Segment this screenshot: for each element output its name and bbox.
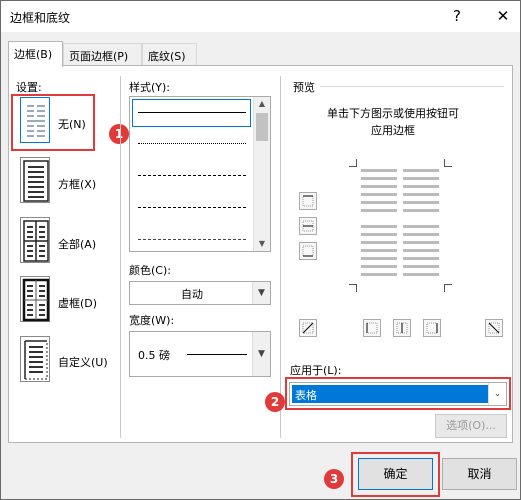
diagonal-up-icon [302, 322, 314, 334]
separator-right [280, 76, 281, 438]
style-scrollbar[interactable]: ▲ ▼ [253, 97, 270, 251]
scroll-thumb[interactable] [256, 113, 268, 141]
close-icon[interactable]: ✕ [489, 3, 517, 29]
annotation-badge-3: 3 [324, 469, 344, 489]
border-right-icon [426, 322, 438, 334]
tab-page-border[interactable]: 页面边框(P) [63, 43, 142, 66]
style-label: 样式(Y): [129, 81, 171, 94]
border-inside-h-icon [302, 220, 314, 232]
border-bottom-button[interactable] [299, 242, 317, 260]
style-selected-row[interactable] [132, 99, 251, 127]
border-bottom-icon [302, 245, 314, 257]
highlight-box-apply-to [285, 377, 511, 410]
setting-all-label[interactable]: 全部(A) [58, 236, 96, 252]
preview-corner-bl [349, 284, 357, 292]
style-list[interactable]: ▲ ▼ [129, 96, 271, 252]
window-title: 边框和底纹 [10, 11, 71, 25]
color-combo[interactable]: 自动 ▼ [129, 281, 271, 305]
chevron-down-icon[interactable]: ▼ [252, 332, 270, 376]
title-bar: 边框和底纹 ? ✕ [1, 1, 520, 32]
cancel-button[interactable]: 取消 [442, 458, 517, 490]
highlight-box-setting-none [11, 94, 95, 151]
border-right-button[interactable] [423, 319, 441, 337]
tab-borders[interactable]: 边框(B) [8, 41, 63, 67]
style-short-dash-line[interactable] [138, 175, 246, 176]
settings-label: 设置: [16, 81, 42, 94]
border-diagonal-down-button[interactable] [485, 319, 503, 337]
border-inside-h-button[interactable] [299, 217, 317, 235]
annotation-badge-1: 1 [109, 124, 129, 144]
border-top-icon [302, 195, 314, 207]
setting-custom-icon [24, 340, 48, 380]
preview-hint-2: 应用边框 [371, 124, 415, 137]
style-dotted-line[interactable] [138, 143, 246, 144]
setting-box-icon [23, 160, 49, 202]
annotation-badge-2: 2 [265, 392, 285, 412]
chevron-down-icon[interactable]: ▼ [252, 282, 270, 304]
preview-hint-1: 单击下方图示或使用按钮可 [327, 107, 459, 120]
width-value: 0.5 磅 [138, 349, 170, 362]
highlight-box-ok [351, 452, 440, 497]
setting-grid-icon [22, 278, 50, 322]
scroll-down-icon[interactable]: ▼ [254, 237, 270, 251]
separator-left [120, 76, 121, 438]
apply-to-label: 应用于(L): [290, 364, 342, 377]
preview-corner-tr [444, 159, 452, 167]
setting-box-label[interactable]: 方框(X) [58, 176, 96, 192]
borders-shading-dialog: 边框和底纹 ? ✕ 边框(B) 页面边框(P) 底纹(S) 设置: 无(N) 方… [0, 0, 521, 500]
border-left-button[interactable] [363, 319, 381, 337]
width-combo[interactable]: 0.5 磅 ▼ [129, 331, 271, 377]
diagonal-down-icon [488, 322, 500, 334]
setting-custom-button[interactable] [20, 336, 50, 382]
setting-all-button[interactable] [20, 217, 50, 263]
border-inside-v-button[interactable] [393, 319, 411, 337]
preview-corner-tl [349, 159, 357, 167]
setting-grid-button[interactable] [20, 276, 50, 322]
border-inside-v-icon [396, 322, 408, 334]
preview-rule [320, 86, 504, 87]
preview-corner-br [444, 284, 452, 292]
scroll-up-icon[interactable]: ▲ [254, 97, 270, 111]
width-label: 宽度(W): [129, 314, 175, 327]
style-solid-line[interactable] [138, 112, 246, 113]
borders-panel: 设置: 无(N) 方框(X) 全部(A) 虚框(D) 自定义(U) 1 样式(Y… [8, 65, 513, 443]
style-dash-dot-line[interactable] [138, 239, 246, 240]
tab-shading[interactable]: 底纹(S) [142, 43, 197, 66]
color-value: 自动 [181, 288, 203, 301]
help-icon[interactable]: ? [443, 3, 471, 29]
setting-custom-label[interactable]: 自定义(U) [58, 354, 108, 370]
color-label: 颜色(C): [129, 264, 171, 277]
setting-grid-label[interactable]: 虚框(D) [58, 295, 97, 311]
border-diagonal-up-button[interactable] [299, 319, 317, 337]
width-sample-line [187, 354, 247, 355]
setting-all-icon [23, 220, 49, 262]
style-dash-line[interactable] [138, 207, 246, 208]
border-left-icon [366, 322, 378, 334]
border-top-button[interactable] [299, 192, 317, 210]
setting-box-button[interactable] [20, 157, 50, 203]
options-button[interactable]: 选项(O)... [435, 414, 507, 438]
preview-label: 预览 [293, 81, 315, 94]
